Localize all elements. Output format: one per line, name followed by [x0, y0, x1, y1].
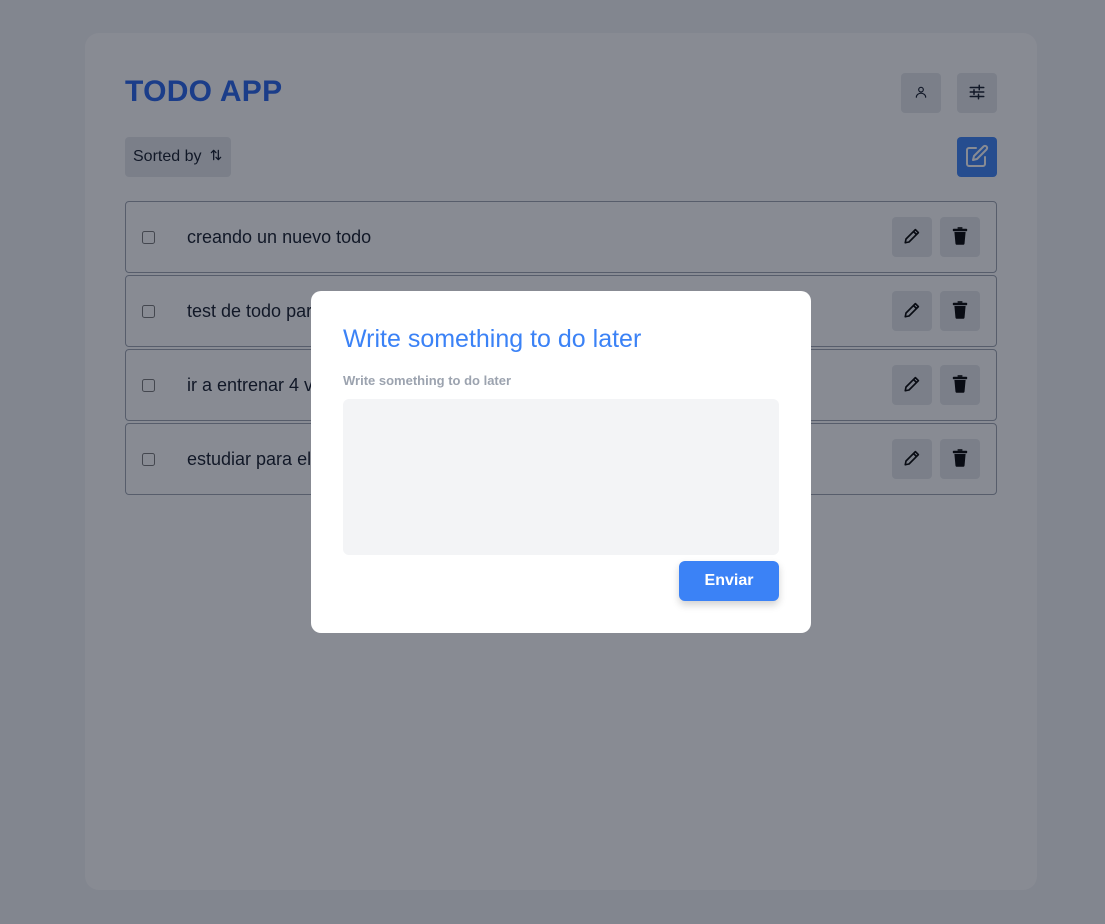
modal-field-label: Write something to do later	[343, 373, 512, 388]
new-todo-modal: Write something to do later Write someth…	[311, 291, 811, 633]
modal-title: Write something to do later	[343, 325, 642, 353]
submit-button[interactable]: Enviar	[679, 561, 779, 601]
todo-textarea[interactable]	[343, 399, 779, 555]
